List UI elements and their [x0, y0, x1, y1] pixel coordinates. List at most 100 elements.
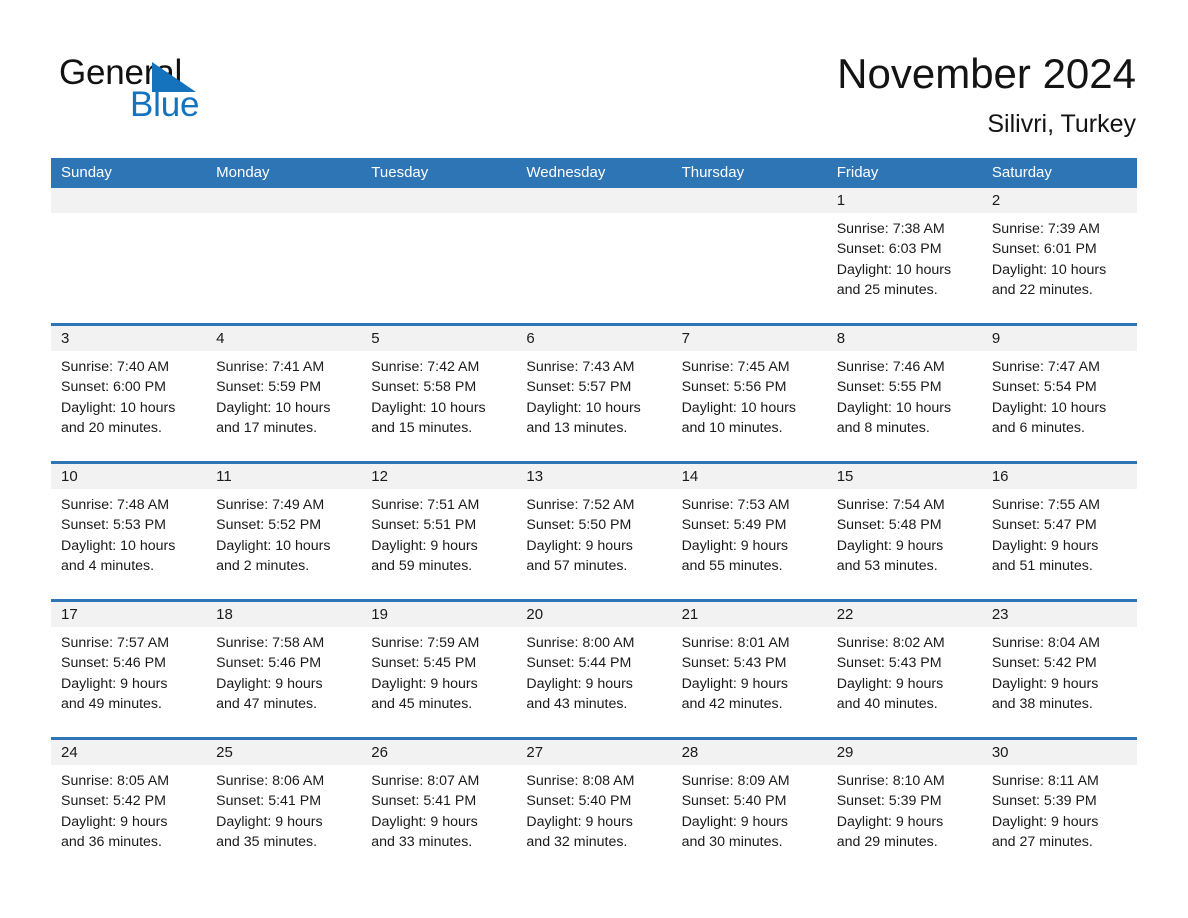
sunset-text: Sunset: 5:58 PM [371, 379, 477, 396]
day-details: Sunrise: 7:42 AM Sunset: 5:58 PM Daylight:… [361, 351, 516, 461]
calendar-day-cell-empty [51, 188, 207, 323]
calendar-day-cell[interactable]: 21 Sunrise: 8:01 AM Sunset: 5:43 PM Dayligh… [671, 602, 827, 737]
daylight-text-line1: Daylight: 9 hours [836, 537, 944, 554]
calendar-day-cell[interactable]: 19 Sunrise: 7:59 AM Sunset: 5:45 PM Dayligh… [361, 602, 517, 737]
day-number: 24 [51, 740, 207, 765]
calendar-week-row: 10 Sunrise: 7:48 AM Sunset: 5:53 PM Dayligh… [51, 461, 1137, 599]
daylight-text-line2: and 2 minutes. [216, 557, 310, 574]
sunrise-text: Sunrise: 7:41 AM [216, 359, 325, 375]
weekday-header-monday: Monday [216, 164, 270, 181]
sunset-text: Sunset: 5:40 PM [681, 793, 787, 810]
calendar-day-cell[interactable]: 3 Sunrise: 7:40 AM Sunset: 6:00 PM Daylight… [51, 326, 207, 461]
calendar-day-cell[interactable]: 10 Sunrise: 7:48 AM Sunset: 5:53 PM Dayligh… [51, 464, 207, 599]
day-number: 9 [981, 326, 1137, 351]
sunrise-text: Sunrise: 7:59 AM [371, 635, 480, 651]
calendar-week-row: 1 Sunrise: 7:38 AM Sunset: 6:03 PM Daylight… [51, 188, 1137, 323]
page-title: November 2024 [837, 50, 1136, 97]
weekday-header-friday: Friday [836, 164, 879, 181]
title-block: November 2024 Silivri, Turkey [837, 48, 1136, 140]
day-details: Sunrise: 7:46 AM Sunset: 5:55 PM Daylight:… [827, 351, 982, 461]
calendar-day-cell[interactable]: 29 Sunrise: 8:10 AM Sunset: 5:39 PM Dayligh… [826, 740, 982, 875]
day-number [51, 188, 207, 213]
day-details: Sunrise: 8:01 AM Sunset: 5:43 PM Daylight:… [672, 627, 827, 737]
day-details: Sunrise: 7:55 AM Sunset: 5:47 PM Daylight:… [982, 489, 1137, 599]
calendar-day-cell[interactable]: 7 Sunrise: 7:45 AM Sunset: 5:56 PM Daylight… [671, 326, 827, 461]
daylight-text-line2: and 30 minutes. [681, 833, 783, 850]
day-details: Sunrise: 7:38 AM Sunset: 6:03 PM Daylight:… [827, 213, 982, 323]
day-details: Sunrise: 7:49 AM Sunset: 5:52 PM Daylight:… [206, 489, 361, 599]
day-details: Sunrise: 7:51 AM Sunset: 5:51 PM Daylight:… [361, 489, 516, 599]
calendar-day-cell[interactable]: 14 Sunrise: 7:53 AM Sunset: 5:49 PM Dayligh… [671, 464, 827, 599]
calendar-day-cell[interactable]: 27 Sunrise: 8:08 AM Sunset: 5:40 PM Dayligh… [516, 740, 672, 875]
sunset-text: Sunset: 5:56 PM [681, 379, 787, 396]
daylight-text-line1: Daylight: 9 hours [836, 813, 944, 830]
sunrise-text: Sunrise: 7:45 AM [681, 359, 790, 375]
calendar-day-cell[interactable]: 8 Sunrise: 7:46 AM Sunset: 5:55 PM Daylight… [826, 326, 982, 461]
sunset-text: Sunset: 5:45 PM [371, 655, 477, 672]
daylight-text-line1: Daylight: 9 hours [61, 675, 168, 692]
calendar-day-cell[interactable]: 13 Sunrise: 7:52 AM Sunset: 5:50 PM Dayligh… [516, 464, 672, 599]
calendar-page: General Blue November 2024 Silivri, Turk… [0, 0, 1188, 918]
daylight-text-line1: Daylight: 9 hours [681, 675, 789, 692]
daylight-text-line1: Daylight: 9 hours [681, 813, 789, 830]
daylight-text-line2: and 13 minutes. [526, 419, 628, 436]
daylight-text-line2: and 27 minutes. [991, 833, 1093, 850]
calendar-day-cell-empty [206, 188, 362, 323]
sunrise-text: Sunrise: 7:46 AM [836, 359, 945, 375]
calendar-day-cell[interactable]: 12 Sunrise: 7:51 AM Sunset: 5:51 PM Dayligh… [361, 464, 517, 599]
calendar-day-cell[interactable]: 23 Sunrise: 8:04 AM Sunset: 5:42 PM Dayligh… [981, 602, 1137, 737]
sunset-text: Sunset: 5:43 PM [681, 655, 787, 672]
calendar-day-cell[interactable]: 4 Sunrise: 7:41 AM Sunset: 5:59 PM Daylight… [206, 326, 362, 461]
day-details [206, 213, 361, 323]
calendar-grid: Sunday Monday Tuesday Wednesday Thursday… [51, 158, 1137, 875]
daylight-text-line1: Daylight: 9 hours [61, 813, 168, 830]
sunrise-text: Sunrise: 7:43 AM [526, 359, 635, 375]
sunset-text: Sunset: 5:42 PM [991, 655, 1097, 672]
calendar-day-cell[interactable]: 2 Sunrise: 7:39 AM Sunset: 6:01 PM Daylight… [981, 188, 1137, 323]
calendar-day-cell[interactable]: 15 Sunrise: 7:54 AM Sunset: 5:48 PM Dayligh… [826, 464, 982, 599]
calendar-day-cell[interactable]: 26 Sunrise: 8:07 AM Sunset: 5:41 PM Dayligh… [361, 740, 517, 875]
calendar-day-cell[interactable]: 18 Sunrise: 7:58 AM Sunset: 5:46 PM Dayligh… [206, 602, 362, 737]
sunrise-text: Sunrise: 8:01 AM [681, 635, 790, 651]
sunrise-text: Sunrise: 8:10 AM [836, 773, 945, 789]
calendar-day-cell[interactable]: 28 Sunrise: 8:09 AM Sunset: 5:40 PM Dayligh… [671, 740, 827, 875]
sunset-text: Sunset: 5:48 PM [836, 517, 942, 534]
daylight-text-line2: and 59 minutes. [371, 557, 473, 574]
sunset-text: Sunset: 5:43 PM [836, 655, 942, 672]
day-number: 11 [206, 464, 362, 489]
sunset-text: Sunset: 5:41 PM [371, 793, 477, 810]
calendar-day-cell[interactable]: 20 Sunrise: 8:00 AM Sunset: 5:44 PM Dayligh… [516, 602, 672, 737]
day-details: Sunrise: 7:52 AM Sunset: 5:50 PM Daylight:… [516, 489, 671, 599]
calendar-day-cell[interactable]: 9 Sunrise: 7:47 AM Sunset: 5:54 PM Daylight… [981, 326, 1137, 461]
day-details: Sunrise: 7:59 AM Sunset: 5:45 PM Daylight:… [361, 627, 516, 737]
day-details: Sunrise: 7:39 AM Sunset: 6:01 PM Daylight:… [982, 213, 1137, 323]
day-details: Sunrise: 7:58 AM Sunset: 5:46 PM Daylight:… [206, 627, 361, 737]
day-details: Sunrise: 7:53 AM Sunset: 5:49 PM Daylight:… [672, 489, 827, 599]
calendar-day-cell[interactable]: 11 Sunrise: 7:49 AM Sunset: 5:52 PM Dayligh… [206, 464, 362, 599]
day-number: 13 [516, 464, 672, 489]
daylight-text-line2: and 32 minutes. [526, 833, 628, 850]
calendar-day-cell[interactable]: 6 Sunrise: 7:43 AM Sunset: 5:57 PM Daylight… [516, 326, 672, 461]
day-details: Sunrise: 8:06 AM Sunset: 5:41 PM Daylight:… [206, 765, 361, 875]
daylight-text-line1: Daylight: 9 hours [526, 675, 633, 692]
day-number: 16 [981, 464, 1137, 489]
daylight-text-line2: and 47 minutes. [216, 695, 318, 712]
daylight-text-line1: Daylight: 10 hours [216, 537, 331, 554]
sunset-text: Sunset: 5:40 PM [526, 793, 632, 810]
calendar-day-cell[interactable]: 25 Sunrise: 8:06 AM Sunset: 5:41 PM Dayligh… [206, 740, 362, 875]
daylight-text-line2: and 57 minutes. [526, 557, 628, 574]
sunset-text: Sunset: 5:51 PM [371, 517, 477, 534]
calendar-day-cell[interactable]: 5 Sunrise: 7:42 AM Sunset: 5:58 PM Daylight… [361, 326, 517, 461]
calendar-day-cell[interactable]: 22 Sunrise: 8:02 AM Sunset: 5:43 PM Dayligh… [826, 602, 982, 737]
daylight-text-line1: Daylight: 9 hours [991, 813, 1099, 830]
day-number [516, 188, 672, 213]
daylight-text-line2: and 35 minutes. [216, 833, 318, 850]
sunrise-text: Sunrise: 8:11 AM [991, 773, 1099, 789]
calendar-day-cell[interactable]: 30 Sunrise: 8:11 AM Sunset: 5:39 PM Dayligh… [981, 740, 1137, 875]
sunrise-text: Sunrise: 7:52 AM [526, 497, 635, 513]
calendar-day-cell[interactable]: 24 Sunrise: 8:05 AM Sunset: 5:42 PM Dayligh… [51, 740, 207, 875]
calendar-day-cell[interactable]: 1 Sunrise: 7:38 AM Sunset: 6:03 PM Daylight… [826, 188, 982, 323]
calendar-day-cell[interactable]: 17 Sunrise: 7:57 AM Sunset: 5:46 PM Dayligh… [51, 602, 207, 737]
daylight-text-line1: Daylight: 10 hours [681, 399, 796, 416]
calendar-day-cell[interactable]: 16 Sunrise: 7:55 AM Sunset: 5:47 PM Dayligh… [981, 464, 1137, 599]
